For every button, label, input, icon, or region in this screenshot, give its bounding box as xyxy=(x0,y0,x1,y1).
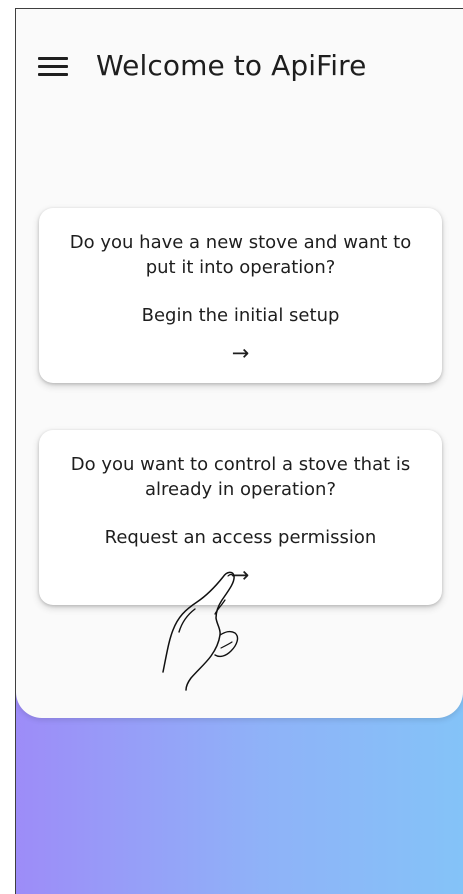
menu-icon-line xyxy=(38,57,68,60)
menu-icon[interactable] xyxy=(38,55,68,79)
begin-initial-setup-label: Begin the initial setup xyxy=(141,305,340,326)
page-title: Welcome to ApiFire xyxy=(96,49,367,82)
menu-icon-line xyxy=(38,73,68,76)
menu-icon-line xyxy=(38,65,68,68)
new-stove-question: Do you have a new stove and want to put … xyxy=(69,232,412,278)
app-screen: Welcome to ApiFire Do you have a new sto… xyxy=(15,8,463,894)
arrow-right-icon[interactable]: → xyxy=(39,563,442,587)
content-sheet: Welcome to ApiFire Do you have a new sto… xyxy=(16,9,463,718)
access-permission-card[interactable]: Do you want to control a stove that is a… xyxy=(39,430,442,605)
arrow-right-icon[interactable]: → xyxy=(39,341,442,365)
initial-setup-card[interactable]: Do you have a new stove and want to put … xyxy=(39,208,442,383)
request-access-permission-label: Request an access permission xyxy=(104,527,377,548)
app-bar: Welcome to ApiFire xyxy=(16,9,463,127)
existing-stove-question: Do you want to control a stove that is a… xyxy=(70,454,411,500)
